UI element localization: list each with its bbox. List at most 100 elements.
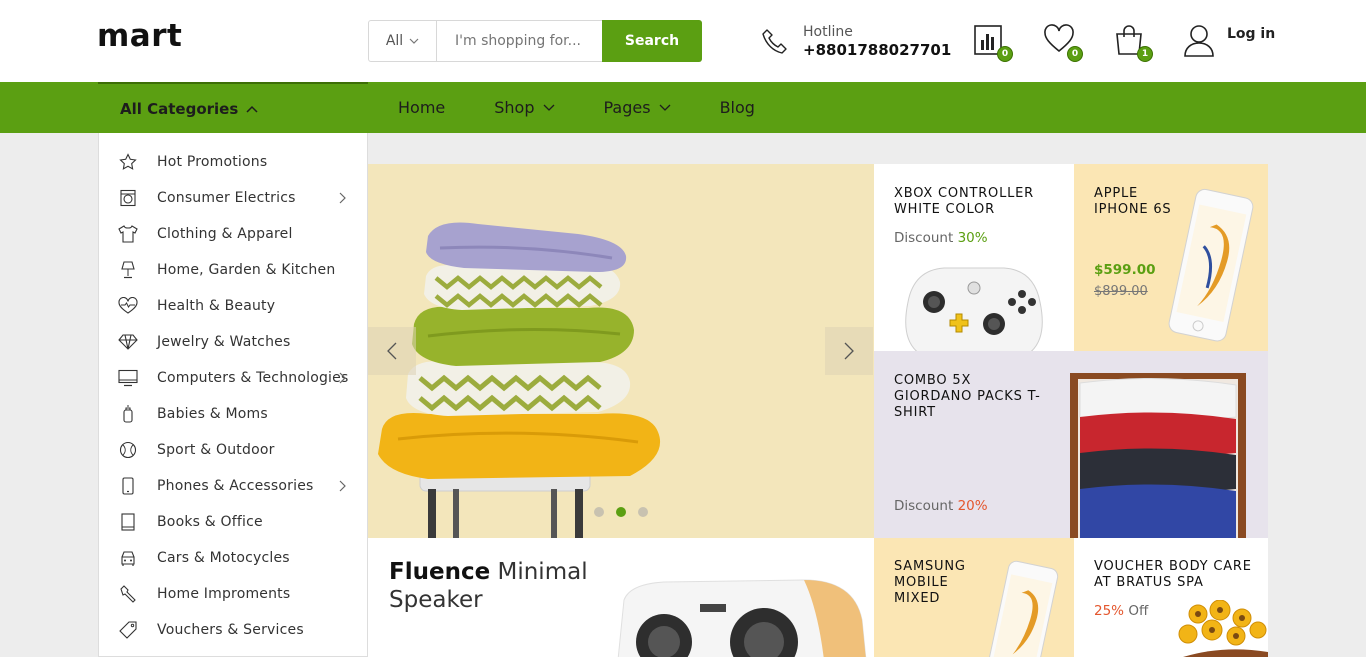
- wishlist-count-badge: 0: [1067, 46, 1083, 62]
- category-item-clothing[interactable]: Clothing & Apparel: [99, 216, 367, 252]
- category-item-babies[interactable]: Babies & Moms: [99, 396, 367, 432]
- category-label: Health & Beauty: [157, 298, 276, 314]
- discount-label: Off: [1128, 603, 1149, 619]
- phone-icon: [118, 476, 138, 496]
- car-icon: [118, 548, 138, 568]
- chevron-down-icon: [659, 104, 671, 111]
- tile-title: COMBO 5X GIORDANO PACKS T-SHIRT: [894, 373, 1041, 420]
- discount-label: Discount: [894, 498, 954, 514]
- cart-button[interactable]: 1: [1113, 24, 1153, 62]
- tile-title: SAMSUNG MOBILE MIXED: [894, 559, 966, 606]
- category-label: Vouchers & Services: [157, 622, 304, 638]
- category-label: Jewelry & Watches: [157, 334, 291, 350]
- star-icon: [118, 152, 138, 172]
- category-menu: Hot Promotions Consumer Electrics Clothi…: [98, 133, 368, 657]
- nav-blog-label: Blog: [719, 98, 755, 117]
- promo-tile-xbox[interactable]: XBOX CONTROLLER WHITE COLOR Discount 30%: [874, 164, 1074, 351]
- login-link[interactable]: Log in: [1183, 24, 1275, 62]
- category-label: Books & Office: [157, 514, 263, 530]
- tile-title: XBOX CONTROLLER WHITE COLOR: [894, 186, 1035, 217]
- slider-dot[interactable]: [638, 507, 648, 517]
- tile-price: $599.00: [1094, 262, 1156, 278]
- category-item-health-beauty[interactable]: Health & Beauty: [99, 288, 367, 324]
- phone-image: [986, 560, 1059, 657]
- tile-old-price: $899.00: [1094, 284, 1148, 299]
- category-item-hot-promotions[interactable]: Hot Promotions: [99, 144, 367, 180]
- wrench-icon: [118, 584, 138, 604]
- iphone-image: [1168, 188, 1254, 342]
- category-label: Hot Promotions: [157, 154, 268, 170]
- nav-shop[interactable]: Shop: [494, 98, 554, 117]
- ball-icon: [118, 440, 138, 460]
- wishlist-button[interactable]: 0: [1043, 24, 1083, 62]
- discount-value: 20%: [957, 498, 988, 514]
- promo-tile-iphone[interactable]: APPLE IPHONE 6S $599.00 $899.00: [1074, 164, 1268, 351]
- search-input[interactable]: [437, 21, 603, 61]
- category-item-computers[interactable]: Computers & Technologies: [99, 360, 367, 396]
- category-item-cars[interactable]: Cars & Motocycles: [99, 540, 367, 576]
- category-item-home-garden[interactable]: Home, Garden & Kitchen: [99, 252, 367, 288]
- search-category-value: All: [385, 33, 404, 49]
- nav-pages[interactable]: Pages: [604, 98, 671, 117]
- search-button[interactable]: Search: [602, 20, 702, 62]
- slider-prev-button[interactable]: [368, 327, 416, 375]
- nav-pages-label: Pages: [603, 98, 651, 117]
- phone-icon: [762, 29, 787, 54]
- slider-next-button[interactable]: [825, 327, 873, 375]
- hotline-number[interactable]: +8801788027701: [803, 41, 951, 59]
- tile-discount: Discount 20%: [894, 498, 988, 514]
- discount-value: 25%: [1094, 603, 1125, 619]
- tile-discount: 25% Off: [1094, 603, 1148, 619]
- tile-title: VOUCHER BODY CARE AT BRATUS SPA: [1094, 559, 1252, 590]
- nav-blog[interactable]: Blog: [720, 98, 755, 117]
- top-header: mart All Search Hotline +8801788027701 0…: [0, 0, 1366, 82]
- category-item-sport[interactable]: Sport & Outdoor: [99, 432, 367, 468]
- hotline-label: Hotline: [803, 24, 853, 40]
- discount-value: 30%: [957, 230, 988, 246]
- nav-home[interactable]: Home: [398, 98, 445, 117]
- diamond-icon: [118, 332, 138, 352]
- hero-slider[interactable]: [368, 164, 874, 538]
- chevron-right-icon: [844, 342, 854, 360]
- all-categories-toggle[interactable]: All Categories: [98, 82, 368, 133]
- chevron-left-icon: [387, 342, 397, 360]
- xbox-controller-image: [905, 267, 1043, 351]
- category-item-phones[interactable]: Phones & Accessories: [99, 468, 367, 504]
- category-item-home-improvements[interactable]: Home Impro​ments: [99, 576, 367, 612]
- category-label: Consumer Electrics: [157, 190, 296, 206]
- logo[interactable]: mart: [97, 18, 182, 54]
- shirt-icon: [118, 224, 138, 244]
- banner-title: Fluence Minimal Speaker: [389, 558, 619, 614]
- nav-home-label: Home: [398, 98, 446, 117]
- main-nav: All Categories Home Shop Pages Blog: [0, 82, 1366, 133]
- promo-tile-voucher[interactable]: VOUCHER BODY CARE AT BRATUS SPA 25% Off: [1074, 538, 1268, 657]
- lamp-icon: [118, 260, 138, 280]
- slider-dot-active[interactable]: [616, 507, 626, 517]
- promo-banner-speaker[interactable]: Fluence Minimal Speaker: [368, 538, 874, 657]
- category-label: Clothing & Apparel: [157, 226, 293, 242]
- chevron-right-icon: [339, 480, 346, 492]
- promo-tile-samsung[interactable]: SAMSUNG MOBILE MIXED: [874, 538, 1074, 657]
- search-category-select[interactable]: All: [369, 21, 437, 61]
- category-item-jewelry[interactable]: Jewelry & Watches: [99, 324, 367, 360]
- compare-button[interactable]: 0: [973, 24, 1013, 62]
- nav-shop-label: Shop: [494, 98, 535, 117]
- all-categories-label: All Categories: [120, 99, 239, 118]
- chevron-down-icon: [409, 38, 419, 44]
- category-label: Home, Garden & Kitchen: [157, 262, 336, 278]
- slider-dots: [594, 507, 648, 517]
- baby-bottle-icon: [118, 404, 138, 424]
- category-item-vouchers[interactable]: Vouchers & Services: [99, 612, 367, 648]
- category-item-consumer-electrics[interactable]: Consumer Electrics: [99, 180, 367, 216]
- heart-pulse-icon: [118, 296, 138, 316]
- category-label: Babies & Moms: [157, 406, 268, 422]
- chevron-right-icon: [339, 372, 346, 384]
- tag-icon: [118, 620, 138, 640]
- tshirts-box-image: [1070, 373, 1246, 538]
- category-item-books[interactable]: Books & Office: [99, 504, 367, 540]
- category-label: Sport & Outdoor: [157, 442, 275, 458]
- washing-machine-icon: [118, 188, 138, 208]
- category-label: Computers & Technologies: [157, 370, 349, 386]
- slider-dot[interactable]: [594, 507, 604, 517]
- promo-tile-combo[interactable]: COMBO 5X GIORDANO PACKS T-SHIRT Discount…: [874, 351, 1268, 538]
